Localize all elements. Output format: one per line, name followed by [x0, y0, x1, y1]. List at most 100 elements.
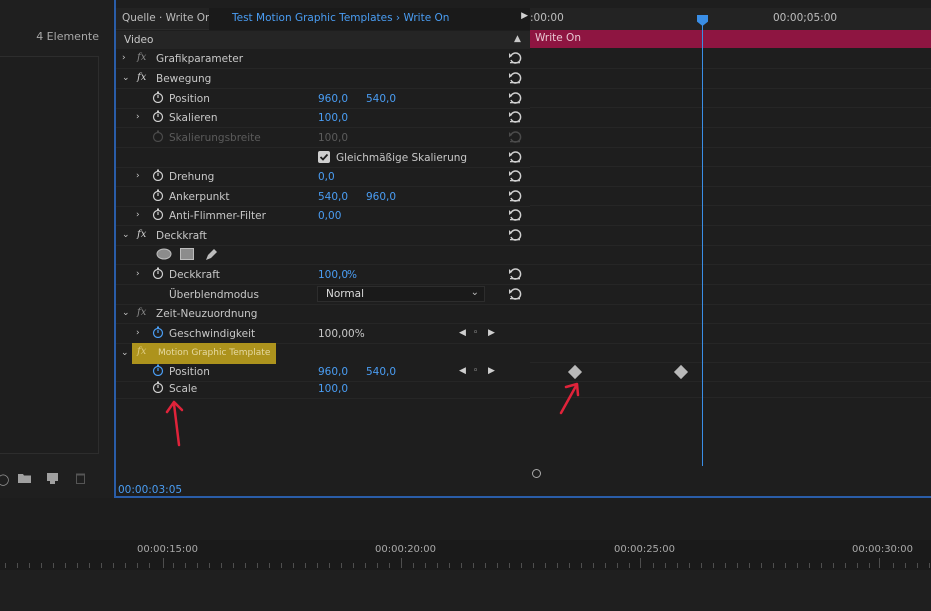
playhead-line[interactable]: [702, 20, 703, 466]
effect-row-bewegung[interactable]: ⌄ fx Bewegung: [116, 69, 530, 89]
current-time[interactable]: 00:00:03:05: [118, 484, 182, 496]
effect-row-grafikparameter[interactable]: › fx Grafikparameter: [116, 49, 530, 69]
timeline-row-line: [530, 284, 931, 285]
checkbox-checked[interactable]: [318, 151, 330, 163]
zoom-handle[interactable]: [532, 469, 541, 478]
ruler-tick: [281, 563, 282, 568]
next-keyframe-icon[interactable]: ▶: [488, 366, 495, 376]
property-row-geschwindigkeit[interactable]: › Geschwindigkeit 100,00% ◀ ◦ ▶: [116, 324, 530, 344]
ruler-tick: [305, 563, 306, 568]
fx-icon[interactable]: fx: [137, 72, 146, 83]
value[interactable]: 100,0: [318, 383, 348, 395]
stopwatch-icon[interactable]: [152, 91, 164, 104]
reset-icon[interactable]: [508, 51, 522, 65]
rectangle-mask-icon[interactable]: [180, 248, 194, 263]
stopwatch-icon[interactable]: [152, 189, 164, 202]
timeline-scrollbar[interactable]: [530, 466, 931, 480]
collapse-up-icon[interactable]: ▲: [514, 34, 521, 44]
prev-keyframe-icon[interactable]: ◀: [459, 328, 466, 338]
value[interactable]: 100,0: [318, 112, 348, 124]
settings-icon[interactable]: ◯: [0, 473, 9, 486]
timeline-row-line: [530, 107, 931, 108]
property-row-drehung[interactable]: › Drehung 0,0: [116, 167, 530, 187]
pen-mask-icon[interactable]: [205, 247, 219, 264]
ruler-tick: [221, 563, 222, 568]
value-x[interactable]: 540,0: [318, 191, 348, 203]
value-y[interactable]: 540,0: [366, 366, 396, 378]
reset-icon[interactable]: [508, 169, 522, 183]
trash-icon[interactable]: [76, 473, 85, 487]
timeline-row-line: [530, 186, 931, 187]
value[interactable]: 100,00%: [318, 328, 365, 340]
property-row-mgt-scale[interactable]: Scale 100,0: [116, 379, 530, 399]
property-row-anti-flimmer[interactable]: › Anti-Flimmer-Filter 0,00: [116, 206, 530, 226]
stopwatch-icon[interactable]: [152, 364, 164, 377]
expand-chevron-icon[interactable]: ›: [136, 269, 140, 279]
fx-icon[interactable]: fx: [137, 52, 146, 63]
property-row-ankerpunkt[interactable]: Ankerpunkt 540,0 960,0: [116, 187, 530, 207]
mask-tools-row: [116, 245, 530, 265]
value[interactable]: 0,0: [318, 171, 335, 183]
property-row-deckkraft[interactable]: › Deckkraft 100,0 %: [116, 265, 530, 285]
stopwatch-icon[interactable]: [152, 326, 164, 339]
add-keyframe-icon[interactable]: ◦: [473, 366, 478, 376]
prev-keyframe-icon[interactable]: ◀: [459, 366, 466, 376]
ruler-tick: [317, 563, 318, 568]
value-y[interactable]: 960,0: [366, 191, 396, 203]
reset-icon[interactable]: [508, 287, 522, 301]
collapse-chevron-icon[interactable]: ⌄: [122, 73, 130, 83]
property-row-skalieren[interactable]: › Skalieren 100,0: [116, 108, 530, 128]
effect-row-zeit-neuzuordnung[interactable]: ⌄ fx Zeit-Neuzuordnung: [116, 304, 530, 324]
next-keyframe-icon[interactable]: ▶: [488, 328, 495, 338]
reset-icon[interactable]: [508, 71, 522, 85]
stopwatch-icon[interactable]: [152, 381, 164, 394]
stopwatch-icon[interactable]: [152, 267, 164, 280]
ruler-tick: [689, 563, 690, 568]
expand-chevron-icon[interactable]: ›: [136, 171, 140, 181]
reset-icon[interactable]: [508, 91, 522, 105]
reset-icon[interactable]: [508, 228, 522, 242]
ruler-tick: [269, 563, 270, 568]
reset-icon[interactable]: [508, 267, 522, 281]
expand-chevron-icon[interactable]: ›: [122, 53, 126, 63]
property-row-position[interactable]: Position 960,0 540,0: [116, 89, 530, 109]
value[interactable]: 0,00: [318, 210, 341, 222]
collapse-chevron-icon[interactable]: ⌄: [121, 348, 129, 358]
property-label: Anti-Flimmer-Filter: [169, 210, 266, 222]
property-row-gleichmaessige[interactable]: Gleichmäßige Skalierung: [116, 148, 530, 168]
mini-timeline-ruler[interactable]: :00:00 00:00;05:00: [530, 8, 931, 30]
fx-icon[interactable]: fx: [137, 346, 146, 357]
clip-selector[interactable]: Test Motion Graphic Templates › Write On…: [209, 8, 534, 30]
clip-bar[interactable]: Write On: [530, 30, 931, 48]
motion-graphic-template-effect[interactable]: fx Motion Graphic Template: [132, 343, 276, 364]
add-keyframe-icon[interactable]: ◦: [473, 328, 478, 338]
value-x[interactable]: 960,0: [318, 93, 348, 105]
reset-icon[interactable]: [508, 189, 522, 203]
project-bin-list[interactable]: [0, 56, 99, 454]
play-arrow-icon[interactable]: ▶: [521, 11, 528, 21]
property-label: Deckkraft: [169, 269, 220, 281]
reset-icon[interactable]: [508, 208, 522, 222]
expand-chevron-icon[interactable]: ›: [136, 328, 140, 338]
source-tab[interactable]: Quelle · Write On: [122, 12, 212, 24]
property-row-ueberblendmodus[interactable]: Überblendmodus Normal ⌄: [116, 285, 530, 305]
new-bin-icon[interactable]: [18, 473, 31, 486]
stopwatch-icon[interactable]: [152, 110, 164, 123]
stopwatch-icon[interactable]: [152, 169, 164, 182]
expand-chevron-icon[interactable]: ›: [136, 210, 140, 220]
reset-icon[interactable]: [508, 150, 522, 164]
value-x[interactable]: 960,0: [318, 366, 348, 378]
new-item-icon[interactable]: [47, 473, 58, 487]
collapse-chevron-icon[interactable]: ⌄: [122, 230, 130, 240]
value[interactable]: 100,0: [318, 269, 348, 281]
fx-icon[interactable]: fx: [137, 229, 146, 240]
blend-mode-dropdown[interactable]: Normal ⌄: [317, 286, 485, 302]
effect-row-deckkraft[interactable]: ⌄ fx Deckkraft: [116, 226, 530, 246]
value-y[interactable]: 540,0: [366, 93, 396, 105]
expand-chevron-icon[interactable]: ›: [136, 112, 140, 122]
reset-icon[interactable]: [508, 110, 522, 124]
collapse-chevron-icon[interactable]: ⌄: [122, 308, 130, 318]
ellipse-mask-icon[interactable]: [156, 248, 172, 263]
stopwatch-icon[interactable]: [152, 208, 164, 221]
sequence-track[interactable]: [0, 570, 931, 611]
